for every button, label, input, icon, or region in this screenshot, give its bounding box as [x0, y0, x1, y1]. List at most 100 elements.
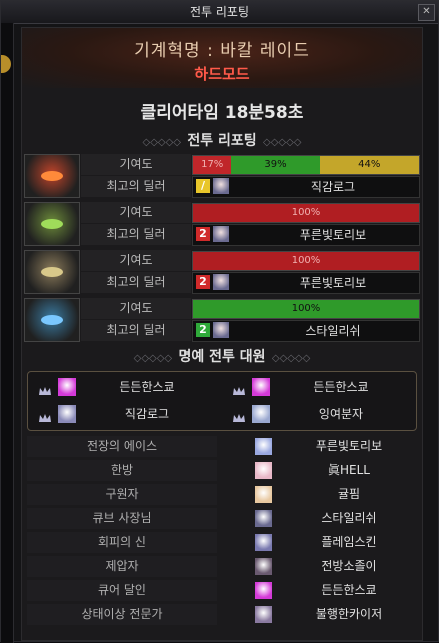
award-title: 제압자	[27, 556, 217, 577]
coin-icon	[1, 55, 11, 73]
award-player-name: 스타일리쉬	[321, 511, 377, 525]
crown-icon	[38, 408, 52, 422]
job-badge-icon: 2	[196, 275, 210, 289]
award-player-name: 플레임스킨	[321, 535, 377, 549]
section-battle-report-title: 전투 리포팅	[187, 133, 257, 149]
member-item[interactable]: 든든한스쿄	[32, 374, 222, 400]
award-avatar	[255, 510, 272, 527]
award-row: 구원자 귤핌	[27, 484, 419, 505]
contribution-bar: 17% 39% 44%	[192, 155, 420, 175]
crown-icon	[232, 381, 246, 395]
contribution-label: 기여도	[81, 202, 191, 223]
boss-eye	[41, 219, 63, 229]
job-badge-icon: 2	[196, 227, 210, 241]
award-title: 회피의 신	[27, 532, 217, 553]
boss-portrait-icon	[24, 250, 80, 294]
award-player-name: 전방소졸이	[321, 559, 377, 573]
raid-name: 기계혁명 : 바칼 레이드	[134, 41, 310, 61]
contribution-label: 기여도	[81, 298, 191, 319]
contribution-bar: 100%	[192, 299, 420, 319]
award-row: 회피의 신 플레임스킨	[27, 532, 419, 553]
battle-report-window: 전투 리포팅 ✕ 기계혁명 : 바칼 레이드 하드모드 클리어타임 18분58초…	[0, 0, 439, 643]
report-panel: 기계혁명 : 바칼 레이드 하드모드 클리어타임 18분58초 ◇◇◇◇◇ 전투…	[21, 27, 423, 641]
member-avatar	[58, 378, 76, 396]
boss-eye	[41, 171, 63, 181]
award-player-name: 푸른빛토리보	[315, 439, 383, 453]
dealer-name: 푸른빛토리보	[299, 228, 367, 242]
top-dealer-label: 최고의 딜러	[81, 320, 191, 341]
party-row: 기여도 최고의 딜러 17% 39% 44% / 직감로그	[24, 154, 420, 198]
clear-time: 클리어타임 18분58초	[140, 103, 304, 123]
contribution-segment: 39%	[231, 156, 320, 174]
section-honor-members: ◇◇◇◇◇ 명예 전투 대원 ◇◇◇◇◇	[133, 349, 311, 365]
close-icon[interactable]: ✕	[418, 4, 435, 21]
dealer-avatar	[213, 274, 229, 290]
contribution-label: 기여도	[81, 154, 191, 175]
award-title: 전장의 에이스	[27, 436, 217, 457]
window-title: 전투 리포팅	[189, 5, 249, 19]
boss-portrait-icon	[24, 202, 80, 246]
contribution-bar: 100%	[192, 251, 420, 271]
contribution-bar: 100%	[192, 203, 420, 223]
award-player-name: 불행한카이저	[315, 607, 383, 621]
award-avatar	[255, 558, 272, 575]
dealer-avatar	[213, 226, 229, 242]
left-edge-panel	[1, 23, 14, 643]
member-avatar	[58, 405, 76, 423]
dealer-name: 푸른빛토리보	[299, 276, 367, 290]
top-dealer-label: 최고의 딜러	[81, 272, 191, 293]
award-row: 제압자 전방소졸이	[27, 556, 419, 577]
party-row: 기여도 최고의 딜러 100% 2 푸른빛토리보	[24, 202, 420, 246]
member-item[interactable]: 직감로그	[32, 401, 222, 427]
top-dealer-field: 2 푸른빛토리보	[192, 224, 420, 246]
award-player-name: 귤핌	[337, 487, 361, 501]
award-row: 상태이상 전문가 불행한카이저	[27, 604, 419, 625]
member-avatar	[252, 405, 270, 423]
boss-portrait-icon	[24, 298, 80, 342]
dealer-avatar	[213, 322, 229, 338]
award-avatar	[255, 462, 272, 479]
contribution-label: 기여도	[81, 250, 191, 271]
award-row: 전장의 에이스 푸른빛토리보	[27, 436, 419, 457]
member-name: 든든한스쿄	[313, 380, 369, 394]
section-battle-report: ◇◇◇◇◇ 전투 리포팅 ◇◇◇◇◇	[142, 133, 302, 149]
section-honor-members-title: 명예 전투 대원	[178, 349, 266, 365]
honor-member-list: 든든한스쿄 든든한스쿄직감로그 잉여분자	[27, 371, 417, 431]
boss-eye	[41, 315, 63, 325]
member-item[interactable]: 잉여분자	[226, 401, 416, 427]
party-row: 기여도 최고의 딜러 100% 2 푸른빛토리보	[24, 250, 420, 294]
top-dealer-field: / 직감로그	[192, 176, 420, 198]
party-row: 기여도 최고의 딜러 100% 2 스타일리쉬	[24, 298, 420, 342]
member-name: 직감로그	[124, 407, 170, 421]
crown-icon	[232, 408, 246, 422]
crown-icon	[38, 381, 52, 395]
window-titlebar[interactable]: 전투 리포팅 ✕	[1, 1, 438, 24]
award-title: 큐어 달인	[27, 580, 217, 601]
award-row: 큐브 사장님 스타일리쉬	[27, 508, 419, 529]
boss-portrait-icon	[24, 154, 80, 198]
contribution-segment: 100%	[193, 204, 419, 222]
award-title: 한방	[27, 460, 217, 481]
contribution-segment: 100%	[193, 252, 419, 270]
raid-header: 기계혁명 : 바칼 레이드 하드모드	[22, 28, 422, 88]
top-dealer-field: 2 스타일리쉬	[192, 320, 420, 342]
contribution-segment: 44%	[319, 156, 419, 174]
raid-mode: 하드모드	[194, 65, 250, 83]
award-player-name: 眞HELL	[328, 463, 370, 477]
award-avatar	[255, 486, 272, 503]
top-dealer-label: 최고의 딜러	[81, 224, 191, 245]
award-avatar	[255, 582, 272, 599]
award-row: 한방 眞HELL	[27, 460, 419, 481]
award-player-name: 든든한스쿄	[321, 583, 377, 597]
dealer-name: 직감로그	[310, 180, 356, 194]
top-dealer-field: 2 푸른빛토리보	[192, 272, 420, 294]
award-avatar	[255, 438, 272, 455]
award-avatar	[255, 534, 272, 551]
award-title: 상태이상 전문가	[27, 604, 217, 625]
top-dealer-label: 최고의 딜러	[81, 176, 191, 197]
job-badge-icon: /	[196, 179, 210, 193]
member-name: 든든한스쿄	[119, 380, 175, 394]
member-name: 잉여분자	[318, 407, 364, 421]
award-title: 구원자	[27, 484, 217, 505]
member-item[interactable]: 든든한스쿄	[226, 374, 416, 400]
